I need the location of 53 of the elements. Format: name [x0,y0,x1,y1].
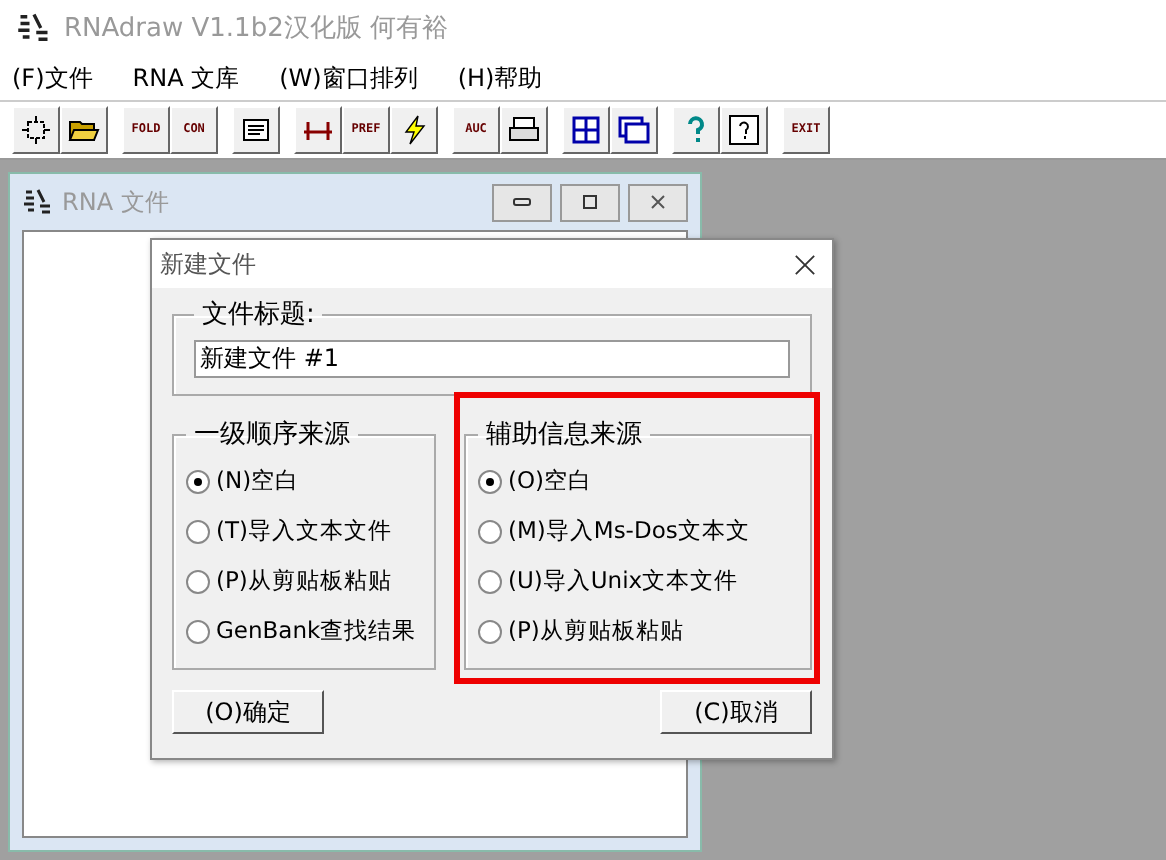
radio-option[interactable]: (U)导入Unix文本文件 [478,556,798,606]
menu-item[interactable]: RNA 文库 [132,61,240,95]
input-field[interactable]: 新建文件 #1 [194,340,790,378]
window-title: RNAdraw V1.1b2汉化版 何有裕 [64,12,448,46]
toolbar-button[interactable] [12,106,60,154]
toolbar-button[interactable] [294,106,342,154]
child-window-title: RNA 文件 [62,185,169,219]
radio-button[interactable] [478,619,502,643]
app-icon [16,10,52,46]
tile-windows-icon [570,114,602,146]
toolbar-button[interactable] [500,106,548,154]
toolbar-button[interactable] [610,106,658,154]
radio-button[interactable] [186,469,210,493]
app-icon [22,186,54,218]
toolbar-button[interactable] [60,106,108,154]
restore-icon [578,194,602,210]
radio-option[interactable]: GenBank查找结果 [186,606,422,656]
dialog-title: 新建文件 [160,247,256,281]
radio-button[interactable] [186,619,210,643]
group-label: 文件标题: [200,298,317,332]
menu-item[interactable]: (H)帮助 [457,61,543,95]
radio-option[interactable]: (O)空白 [478,456,798,506]
radio-option[interactable]: (M)导入Ms-Dos文本文 [478,506,798,556]
minimize-icon [510,194,534,210]
minimize-button[interactable] [492,183,552,221]
radio-option[interactable]: (P)从剪贴板粘贴 [186,556,422,606]
radio-option[interactable]: (N)空白 [186,456,422,506]
document-icon [240,114,272,146]
printer-icon [508,114,540,146]
dialog-button[interactable]: (O)确定 [172,690,324,734]
dialog-button[interactable]: (C)取消 [660,690,812,734]
radio-button[interactable] [478,469,502,493]
toolbar-button[interactable] [562,106,610,154]
radio-option[interactable]: (T)导入文本文件 [186,506,422,556]
selection-icon [20,114,52,146]
radio-button[interactable] [478,519,502,543]
help-icon [728,114,760,146]
radio-option[interactable]: (P)从剪贴板粘贴 [478,606,798,656]
group-label: 辅助信息来源 [484,418,644,452]
menu-item[interactable]: (W)窗口排列 [279,61,418,95]
radio-button[interactable] [478,569,502,593]
toolbar-button[interactable] [720,106,768,154]
toolbar-button[interactable] [390,106,438,154]
close-button[interactable] [628,183,688,221]
close-icon[interactable] [794,253,816,275]
toolbar-button[interactable] [232,106,280,154]
radio-button[interactable] [186,569,210,593]
cascade-windows-icon [618,114,650,146]
close-icon [646,194,670,210]
restore-button[interactable] [560,183,620,221]
menu-item[interactable]: (F)文件 [12,61,93,95]
radio-button[interactable] [186,519,210,543]
group-label: 一级顺序来源 [192,418,352,452]
